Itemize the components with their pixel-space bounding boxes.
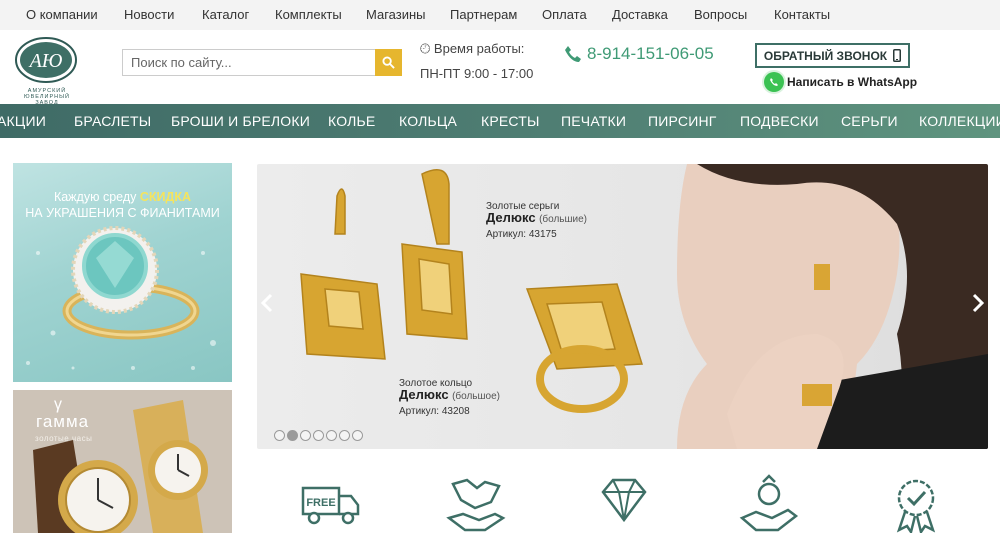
logo-monogram: АЮ: [28, 50, 63, 72]
gamma-title: гамма: [36, 412, 90, 431]
slider-dot[interactable]: [339, 430, 350, 441]
mobile-icon: [893, 49, 902, 62]
search-button[interactable]: [375, 49, 402, 76]
phone-link[interactable]: 8-914-151-06-05: [563, 44, 714, 64]
category-crosses[interactable]: КРЕСТЫ: [481, 113, 540, 129]
site-logo[interactable]: АЮ: [13, 34, 79, 94]
caption2-article: Артикул: 43208: [399, 406, 470, 417]
callback-label: ОБРАТНЫЙ ЗВОНОК: [763, 48, 888, 63]
feature-ring-gift: [738, 474, 800, 533]
feature-diamond: [593, 474, 655, 533]
category-brooches[interactable]: БРОШИ И БРЕЛОКИ: [171, 113, 310, 129]
category-rings[interactable]: КОЛЬЦА: [399, 113, 457, 129]
category-earrings[interactable]: СЕРЬГИ: [841, 113, 898, 129]
slider-dots: [274, 430, 363, 441]
chevron-right-icon: [972, 293, 985, 313]
search-input[interactable]: [123, 50, 373, 75]
topnav-payment[interactable]: Оплата: [542, 7, 587, 22]
slider-dot[interactable]: [326, 430, 337, 441]
caption1-name: Делюкс (большие): [486, 210, 588, 225]
caption1-article: Артикул: 43175: [486, 229, 557, 240]
promo-banner-cubic-zirconia[interactable]: Каждую среду СКИДКА НА УКРАШЕНИЯ С ФИАНИ…: [13, 163, 232, 382]
top-nav: О компании Новости Каталог Комплекты Маг…: [0, 0, 1000, 30]
category-piercing[interactable]: ПИРСИНГ: [648, 113, 717, 129]
whatsapp-link[interactable]: Написать в WhatsApp: [764, 72, 917, 92]
hours-value: ПН-ПТ 9:00 - 17:00: [420, 66, 534, 81]
free-delivery-icon: FREE: [301, 486, 360, 525]
topnav-news[interactable]: Новости: [124, 7, 174, 22]
phone-number: 8-914-151-06-05: [587, 44, 714, 63]
topnav-sets[interactable]: Комплекты: [275, 7, 342, 22]
ring-image: [26, 226, 216, 370]
phone-icon: [565, 46, 581, 62]
feature-handshake: [445, 474, 507, 533]
topnav-contacts[interactable]: Контакты: [774, 7, 830, 22]
clock-icon: 🕘︎: [420, 41, 431, 56]
search-icon: [382, 56, 395, 69]
category-signets[interactable]: ПЕЧАТКИ: [561, 113, 626, 129]
category-necklaces[interactable]: КОЛЬЕ: [328, 113, 375, 129]
slider-dot[interactable]: [300, 430, 311, 441]
whatsapp-label: Написать в WhatsApp: [787, 75, 918, 89]
search-box: [122, 49, 402, 76]
promo-banner-gamma-watches[interactable]: γ гамма золотые часы: [13, 390, 232, 533]
gamma-subtitle: золотые часы: [35, 434, 93, 443]
hours-title-text: Время работы:: [433, 41, 525, 56]
feature-free-delivery: FREE: [300, 474, 362, 533]
slider-next-arrow[interactable]: [970, 292, 986, 316]
caption2-name: Делюкс (большое): [399, 387, 500, 402]
slider-dot[interactable]: [274, 430, 285, 441]
ring-gift-icon: [739, 474, 799, 532]
callback-button[interactable]: ОБРАТНЫЙ ЗВОНОК: [755, 43, 910, 68]
topnav-catalog[interactable]: Каталог: [202, 7, 249, 22]
category-pendants[interactable]: ПОДВЕСКИ: [740, 113, 819, 129]
whatsapp-icon: [764, 72, 784, 92]
quality-badge-icon: [896, 479, 936, 533]
slider-dot[interactable]: [313, 430, 324, 441]
topnav-stores[interactable]: Магазины: [366, 7, 426, 22]
category-nav: АКЦИИ БРАСЛЕТЫ БРОШИ И БРЕЛОКИ КОЛЬЕ КОЛ…: [0, 104, 1000, 138]
diamond-icon: [601, 478, 647, 523]
topnav-faq[interactable]: Вопросы: [694, 7, 747, 22]
slider-dot[interactable]: [352, 430, 363, 441]
category-promotions[interactable]: АКЦИИ: [0, 113, 46, 129]
slide-image: [300, 164, 988, 449]
topnav-about[interactable]: О компании: [26, 7, 98, 22]
hours-title: 🕘︎ Время работы:: [420, 41, 524, 57]
handshake-icon: [446, 478, 506, 532]
feature-quality-badge: [885, 474, 947, 533]
category-bracelets[interactable]: БРАСЛЕТЫ: [74, 113, 151, 129]
svg-text:FREE: FREE: [306, 497, 335, 509]
topnav-delivery[interactable]: Доставка: [612, 7, 668, 22]
slider-prev-arrow[interactable]: [259, 292, 275, 316]
hero-slider[interactable]: Золотые серьги Делюкс (большие) Артикул:…: [257, 164, 988, 449]
category-collections[interactable]: КОЛЛЕКЦИИ: [919, 113, 1000, 129]
topnav-partners[interactable]: Партнерам: [450, 7, 517, 22]
chevron-left-icon: [260, 293, 273, 313]
slider-dot-active[interactable]: [287, 430, 298, 441]
